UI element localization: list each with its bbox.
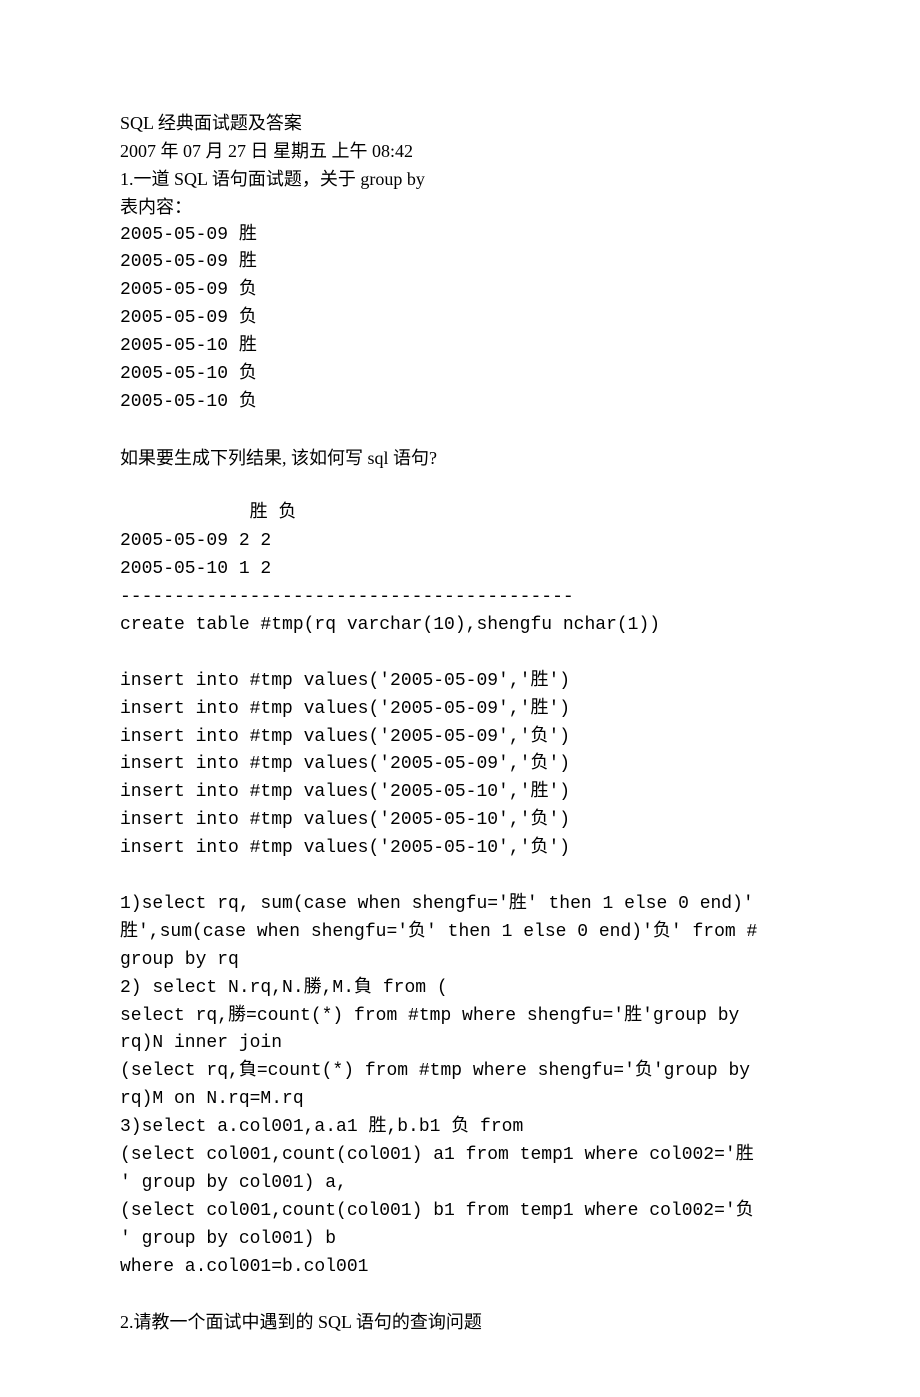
q1-solution-3: ' group by col001) a, bbox=[120, 1170, 800, 1198]
q1-solution-3: (select col001,count(col001) a1 from tem… bbox=[120, 1142, 800, 1170]
q1-solution-3: (select col001,count(col001) b1 from tem… bbox=[120, 1198, 800, 1226]
q1-result-row: 2005-05-09 2 2 bbox=[120, 528, 800, 556]
q1-solution-2: rq)N inner join bbox=[120, 1030, 800, 1058]
q1-insert: insert into #tmp values('2005-05-09','胜'… bbox=[120, 668, 800, 696]
q1-insert: insert into #tmp values('2005-05-09','负'… bbox=[120, 724, 800, 752]
doc-title: SQL 经典面试题及答案 bbox=[120, 110, 800, 138]
q1-insert: insert into #tmp values('2005-05-10','负'… bbox=[120, 807, 800, 835]
q1-result-row: 2005-05-10 1 2 bbox=[120, 556, 800, 584]
q1-row: 2005-05-10 负 bbox=[120, 389, 800, 417]
blank-line bbox=[120, 640, 800, 668]
q1-insert: insert into #tmp values('2005-05-09','负'… bbox=[120, 751, 800, 779]
q2-intro: 2.请教一个面试中遇到的 SQL 语句的查询问题 bbox=[120, 1309, 800, 1337]
q1-row: 2005-05-10 胜 bbox=[120, 333, 800, 361]
q1-row: 2005-05-10 负 bbox=[120, 361, 800, 389]
blank-line bbox=[120, 417, 800, 445]
q1-solution-3: 3)select a.col001,a.a1 胜,b.b1 负 from bbox=[120, 1114, 800, 1142]
q1-solution-2: rq)M on N.rq=M.rq bbox=[120, 1086, 800, 1114]
q1-row: 2005-05-09 胜 bbox=[120, 249, 800, 277]
q1-solution-2: select rq,勝=count(*) from #tmp where she… bbox=[120, 1003, 800, 1031]
q1-solution-3: where a.col001=b.col001 bbox=[120, 1254, 800, 1282]
q1-solution-2: 2) select N.rq,N.勝,M.負 from ( bbox=[120, 975, 800, 1003]
q1-result-header: 胜 负 bbox=[120, 500, 800, 528]
q1-row: 2005-05-09 负 bbox=[120, 277, 800, 305]
q1-row: 2005-05-09 负 bbox=[120, 305, 800, 333]
q1-divider: ----------------------------------------… bbox=[120, 584, 800, 612]
q1-create: create table #tmp(rq varchar(10),shengfu… bbox=[120, 612, 800, 640]
q1-table-header: 表内容： bbox=[120, 194, 800, 222]
q1-solution-1: 胜',sum(case when shengfu='负' then 1 else… bbox=[120, 919, 800, 947]
q1-insert: insert into #tmp values('2005-05-10','胜'… bbox=[120, 779, 800, 807]
q1-insert: insert into #tmp values('2005-05-09','胜'… bbox=[120, 696, 800, 724]
q1-row: 2005-05-09 胜 bbox=[120, 222, 800, 250]
q1-solution-1: 1)select rq, sum(case when shengfu='胜' t… bbox=[120, 891, 800, 919]
q1-intro: 1.一道 SQL 语句面试题，关于 group by bbox=[120, 166, 800, 194]
q1-solution-2: (select rq,負=count(*) from #tmp where sh… bbox=[120, 1058, 800, 1086]
document-page: SQL 经典面试题及答案 2007 年 07 月 27 日 星期五 上午 08:… bbox=[0, 0, 920, 1397]
q1-solution-3: ' group by col001) b bbox=[120, 1226, 800, 1254]
blank-line bbox=[120, 863, 800, 891]
blank-line bbox=[120, 473, 800, 501]
q1-question: 如果要生成下列结果, 该如何写 sql 语句? bbox=[120, 445, 800, 473]
q1-insert: insert into #tmp values('2005-05-10','负'… bbox=[120, 835, 800, 863]
blank-line bbox=[120, 1281, 800, 1309]
doc-dateline: 2007 年 07 月 27 日 星期五 上午 08:42 bbox=[120, 138, 800, 166]
q1-solution-1: group by rq bbox=[120, 947, 800, 975]
